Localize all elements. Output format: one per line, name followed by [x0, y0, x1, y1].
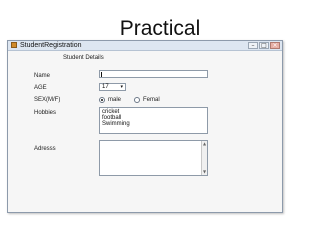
slide-title: Practical	[119, 17, 201, 40]
window-title: StudentRegistration	[20, 42, 82, 49]
address-textarea[interactable]: ▲ ▼	[99, 140, 208, 176]
close-button[interactable]: ×	[270, 42, 280, 49]
list-item[interactable]: Swimming	[102, 121, 205, 127]
maximize-button[interactable]: □	[259, 42, 269, 49]
window-controls: – □ ×	[248, 42, 280, 49]
radio-female[interactable]	[134, 97, 140, 103]
java-app-icon	[11, 42, 17, 48]
age-select[interactable]: 17 ▾	[99, 83, 126, 91]
radio-male[interactable]	[99, 97, 105, 103]
hobbies-list[interactable]: cricket football Swimming	[99, 107, 208, 134]
form-panel: Student Details Name AGE 17 ▾ SEX(M/F) m…	[8, 51, 282, 212]
address-scrollbar[interactable]: ▲ ▼	[201, 141, 207, 175]
student-registration-window: StudentRegistration – □ × Student Detail…	[7, 40, 283, 213]
window-titlebar[interactable]: StudentRegistration – □ ×	[8, 41, 282, 51]
age-value: 17	[102, 84, 109, 90]
radio-male-label: male	[108, 97, 122, 103]
radio-female-label: Femal	[143, 97, 160, 103]
name-input[interactable]	[99, 70, 208, 78]
chevron-down-icon: ▾	[120, 84, 123, 90]
form-heading: Student Details	[63, 55, 104, 61]
name-label: Name	[34, 73, 51, 79]
scroll-down-icon[interactable]: ▼	[202, 170, 207, 174]
sex-label: SEX(M/F)	[34, 97, 61, 103]
address-label: Adresss	[34, 146, 56, 152]
hobbies-label: Hobbies	[34, 110, 57, 116]
minimize-button[interactable]: –	[248, 42, 258, 49]
text-caret	[101, 72, 102, 77]
age-label: AGE	[34, 85, 47, 91]
scroll-up-icon[interactable]: ▲	[202, 142, 207, 146]
